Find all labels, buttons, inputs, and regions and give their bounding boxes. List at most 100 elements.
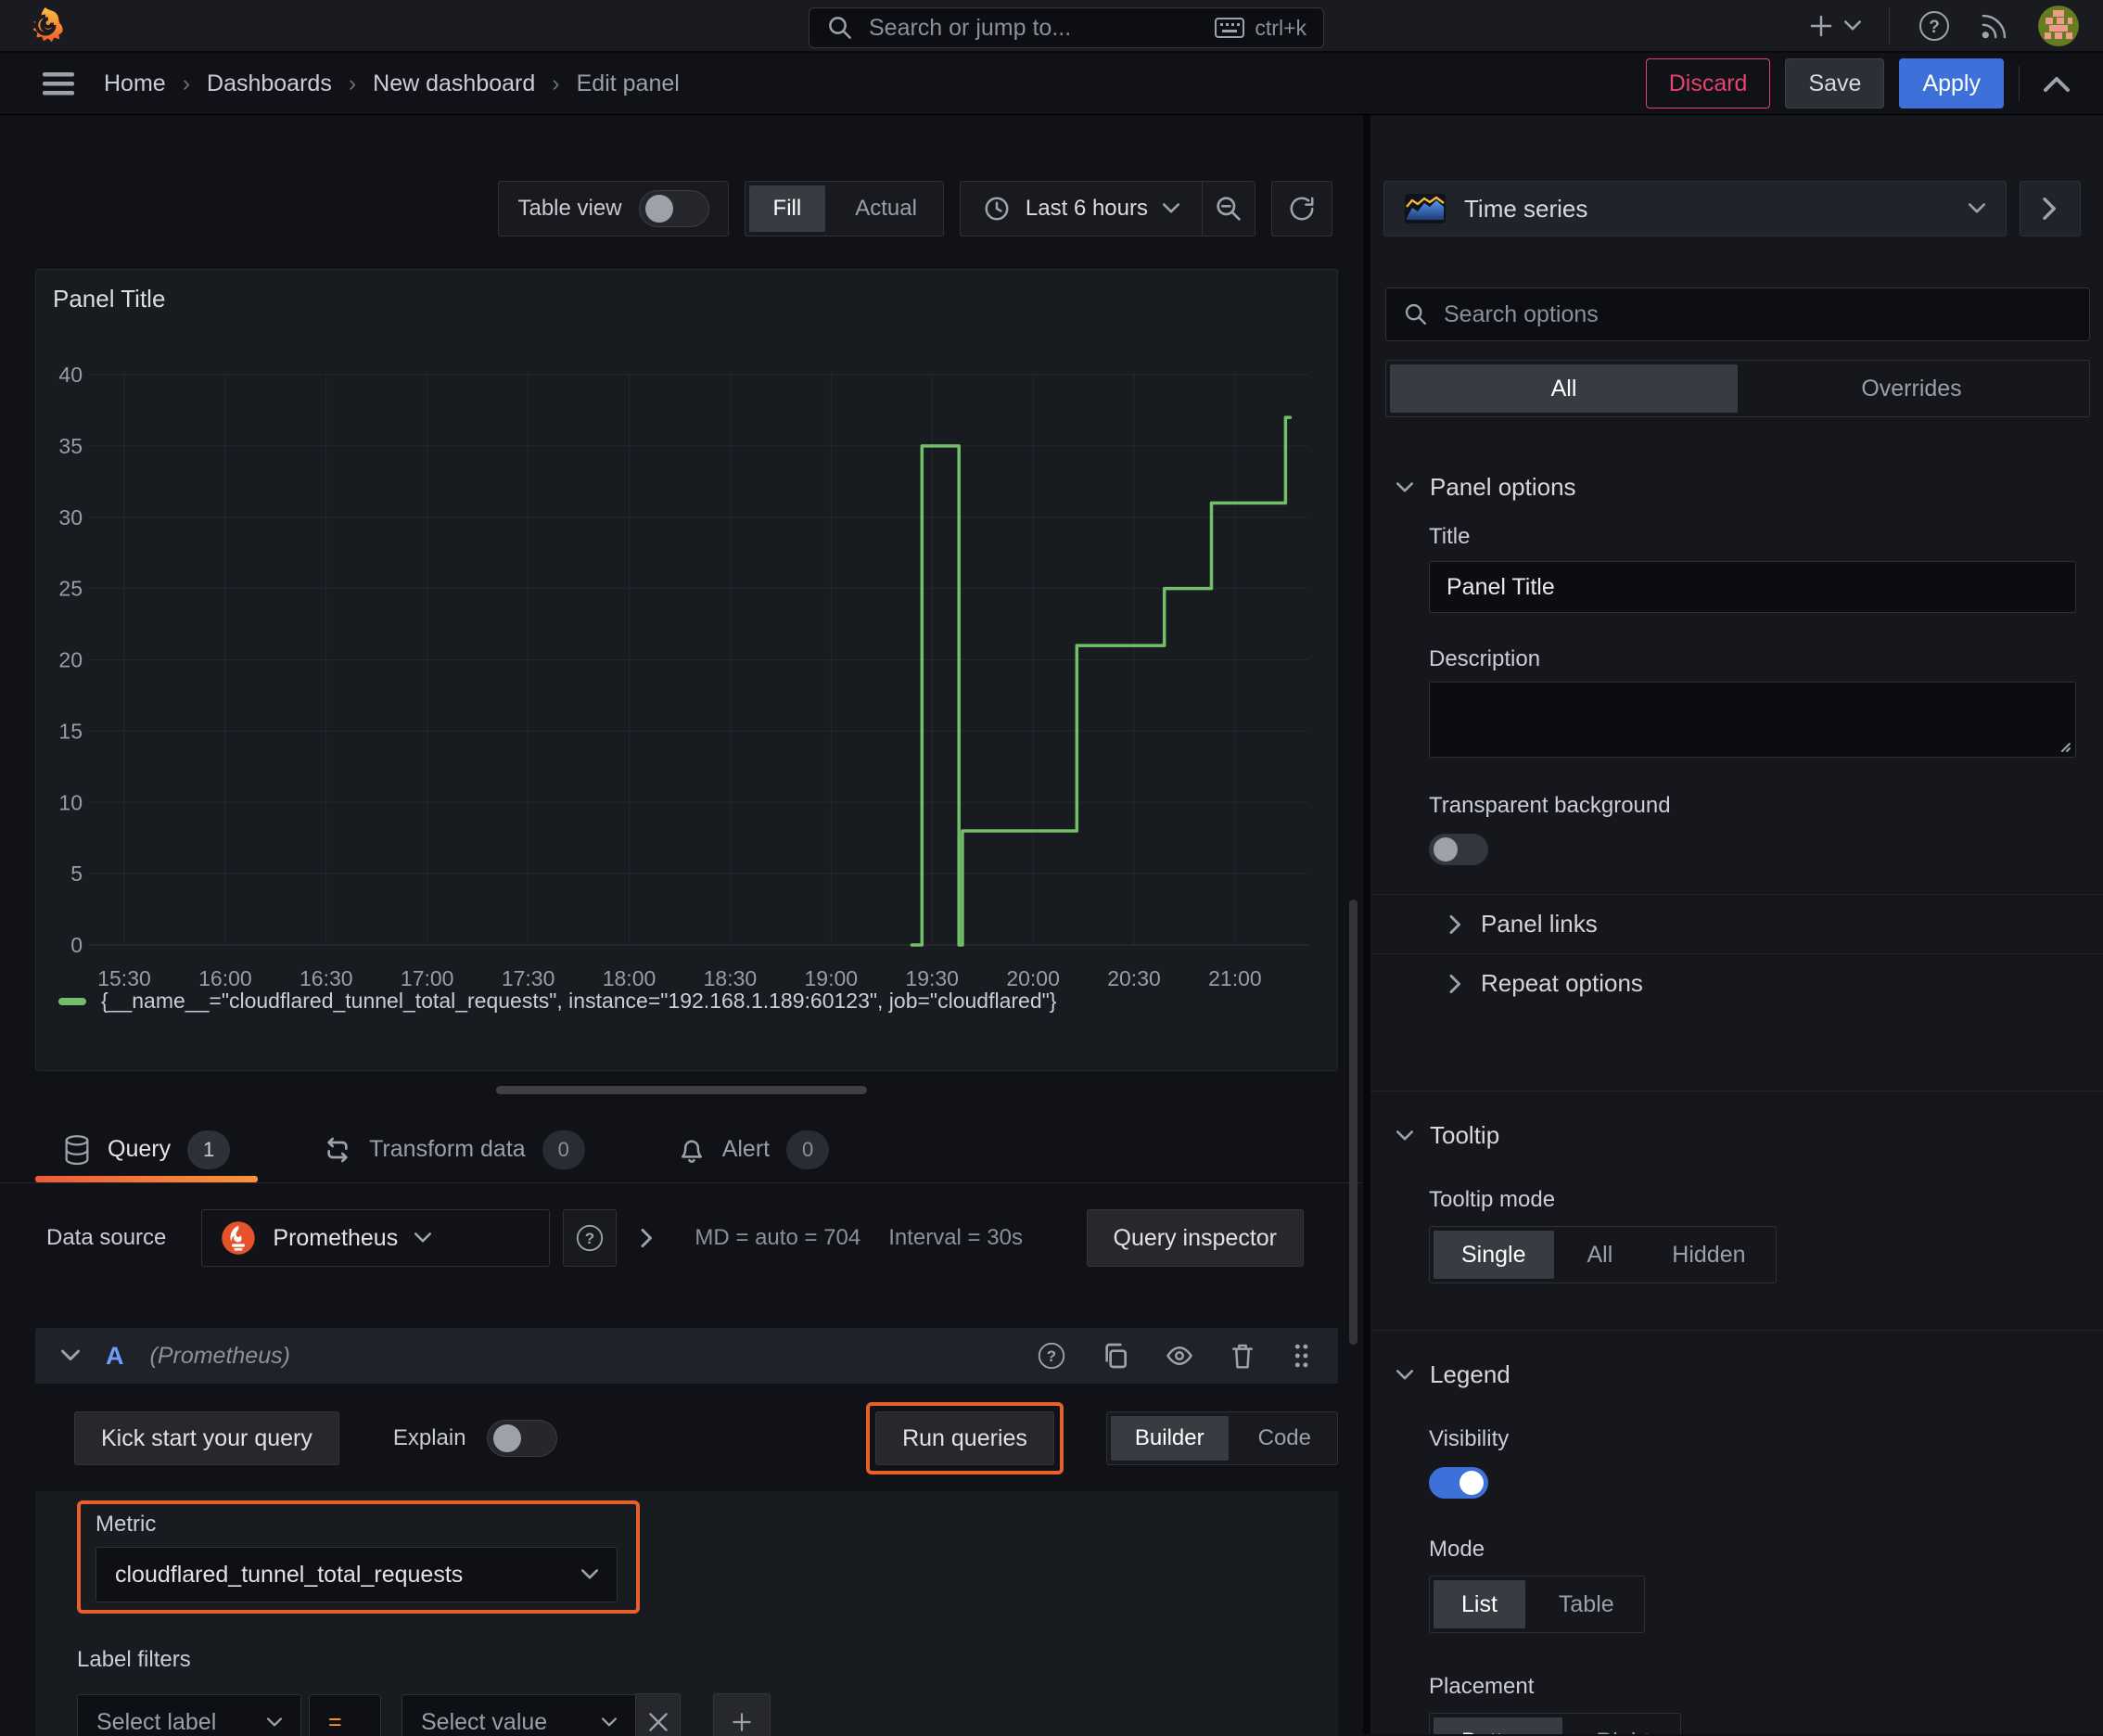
chevron-down-icon xyxy=(581,1569,598,1579)
panel-options-sidebar: Time series All Overrides Panel options … xyxy=(1370,115,2103,1734)
close-icon xyxy=(648,1713,668,1731)
legend-list-option[interactable]: List xyxy=(1434,1580,1525,1628)
options-search-input[interactable] xyxy=(1444,300,2072,328)
fill-option[interactable]: Fill xyxy=(748,185,826,232)
add-button[interactable] xyxy=(1807,12,1861,40)
svg-text:20: 20 xyxy=(58,648,83,672)
collapse-options-button[interactable] xyxy=(2020,181,2081,236)
explain-toggle[interactable] xyxy=(486,1420,557,1457)
user-avatar[interactable] xyxy=(2038,5,2079,46)
main-scrollbar[interactable] xyxy=(1349,900,1357,1345)
datasource-row: Data source Prometheus ? MD = auto = 704… xyxy=(35,1209,1338,1267)
run-queries-button[interactable]: Run queries xyxy=(875,1411,1054,1465)
actual-option[interactable]: Actual xyxy=(829,182,943,236)
tooltip-single-option[interactable]: Single xyxy=(1434,1231,1554,1279)
panel-preview[interactable]: Panel Title 0 5 10 15 20 25 30 35 40 15:30 16:00 16… xyxy=(35,269,1338,1071)
time-range-picker[interactable]: Last 6 hours xyxy=(961,195,1202,223)
legend-table-option[interactable]: Table xyxy=(1529,1576,1644,1632)
timeseries-chart[interactable]: 0 5 10 15 20 25 30 35 40 15:30 16:00 16:30 17:00 17:3… xyxy=(36,270,1339,1072)
tab-query[interactable]: Query 1 xyxy=(35,1117,259,1182)
collapse-toolbar-button[interactable] xyxy=(2034,75,2079,92)
svg-text:15:30: 15:30 xyxy=(97,966,151,990)
query-builder-body: Metric cloudflared_tunnel_total_requests… xyxy=(35,1491,1338,1736)
tooltip-section-header[interactable]: Tooltip xyxy=(1370,1121,2103,1150)
breadcrumb-new-dashboard[interactable]: New dashboard xyxy=(373,70,535,97)
legend-visibility-toggle[interactable] xyxy=(1429,1467,1488,1499)
operator-dropdown[interactable]: = xyxy=(309,1694,381,1736)
table-view-toggle[interactable] xyxy=(638,190,709,227)
help-button[interactable]: ? xyxy=(1918,9,1951,43)
select-label-dropdown[interactable]: Select label xyxy=(77,1694,301,1736)
hide-response-button[interactable] xyxy=(1164,1342,1195,1370)
search-icon xyxy=(829,17,851,39)
edit-tabs: Query 1 Transform data 0 Alert 0 xyxy=(0,1117,1363,1183)
placement-bottom-option[interactable]: Bottom xyxy=(1434,1717,1563,1734)
duplicate-query-button[interactable] xyxy=(1101,1341,1130,1371)
all-options-tab[interactable]: All xyxy=(1390,364,1738,413)
tooltip-all-option[interactable]: All xyxy=(1558,1227,1643,1283)
metric-select[interactable]: cloudflared_tunnel_total_requests xyxy=(96,1547,618,1602)
chart-legend[interactable]: {__name__="cloudflared_tunnel_total_requ… xyxy=(58,989,1056,1014)
drag-query-handle[interactable] xyxy=(1290,1341,1312,1371)
placement-right-option[interactable]: Right xyxy=(1566,1714,1679,1735)
apply-button[interactable]: Apply xyxy=(1899,58,2004,108)
legend-series-label[interactable]: {__name__="cloudflared_tunnel_total_requ… xyxy=(101,989,1056,1014)
options-search[interactable] xyxy=(1385,287,2090,341)
save-button[interactable]: Save xyxy=(1785,58,1885,108)
panel-title-input[interactable] xyxy=(1429,561,2076,613)
datasource-label: Data source xyxy=(46,1225,167,1250)
chevron-right-icon xyxy=(641,1229,653,1247)
discard-button[interactable]: Discard xyxy=(1645,58,1771,108)
svg-text:5: 5 xyxy=(70,862,83,886)
refresh-button[interactable] xyxy=(1271,181,1332,236)
prometheus-icon xyxy=(222,1221,256,1255)
query-inspector-button[interactable]: Query inspector xyxy=(1086,1209,1304,1267)
tab-alert[interactable]: Alert 0 xyxy=(650,1117,857,1182)
svg-text:?: ? xyxy=(1929,18,1940,37)
tooltip-hidden-option[interactable]: Hidden xyxy=(1642,1227,1775,1283)
svg-text:?: ? xyxy=(585,1230,594,1247)
legend-swatch xyxy=(58,997,86,1005)
query-options-expander[interactable] xyxy=(641,1229,654,1247)
select-value-dropdown[interactable]: Select value xyxy=(401,1694,635,1736)
plus-icon xyxy=(733,1713,751,1731)
add-filter-button[interactable] xyxy=(713,1693,771,1736)
refresh-icon xyxy=(1290,197,1314,221)
breadcrumb-separator: › xyxy=(552,70,560,96)
legend-section-header[interactable]: Legend xyxy=(1370,1360,2103,1389)
query-datasource-hint: (Prometheus) xyxy=(149,1342,290,1369)
remove-filter-button[interactable] xyxy=(635,1693,681,1736)
query-row-header[interactable]: A (Prometheus) ? xyxy=(35,1328,1338,1384)
grafana-logo[interactable] xyxy=(24,5,67,47)
tab-transform-data[interactable]: Transform data 0 xyxy=(295,1117,613,1182)
table-view-control: Table view xyxy=(498,181,729,236)
visualization-name: Time series xyxy=(1464,194,1588,223)
global-search-input[interactable]: Search or jump to... ctrl+k xyxy=(809,7,1324,48)
overrides-tab[interactable]: Overrides xyxy=(1738,364,2085,413)
mega-menu-button[interactable] xyxy=(41,70,76,97)
panel-description-textarea[interactable] xyxy=(1429,682,2076,758)
breadcrumb-home[interactable]: Home xyxy=(104,70,166,97)
panel-options-header[interactable]: Panel options xyxy=(1370,473,2103,502)
breadcrumb-dashboards[interactable]: Dashboards xyxy=(207,70,332,97)
news-button[interactable] xyxy=(1979,10,2010,42)
pane-divider[interactable] xyxy=(1363,115,1370,1734)
svg-text:20:00: 20:00 xyxy=(1006,966,1060,990)
svg-text:21:00: 21:00 xyxy=(1208,966,1262,990)
transparent-bg-toggle[interactable] xyxy=(1429,834,1488,865)
remove-query-button[interactable] xyxy=(1229,1341,1256,1371)
code-option[interactable]: Code xyxy=(1232,1412,1337,1464)
builder-option[interactable]: Builder xyxy=(1110,1416,1229,1461)
kick-start-query-button[interactable]: Kick start your query xyxy=(74,1411,339,1465)
repeat-options-section[interactable]: Repeat options xyxy=(1370,954,2103,1013)
visualization-picker[interactable]: Time series xyxy=(1383,181,2007,236)
zoom-out-button[interactable] xyxy=(1203,182,1255,236)
transform-icon xyxy=(327,1137,348,1162)
chevron-down-icon xyxy=(1969,203,1985,213)
datasource-help-button[interactable]: ? xyxy=(563,1209,618,1267)
query-help-button[interactable]: ? xyxy=(1036,1340,1067,1372)
legend-placement-label: Placement xyxy=(1429,1674,1535,1699)
datasource-picker[interactable]: Prometheus xyxy=(201,1209,551,1267)
panel-links-section[interactable]: Panel links xyxy=(1370,895,2103,953)
pane-resize-handle[interactable] xyxy=(496,1086,867,1094)
